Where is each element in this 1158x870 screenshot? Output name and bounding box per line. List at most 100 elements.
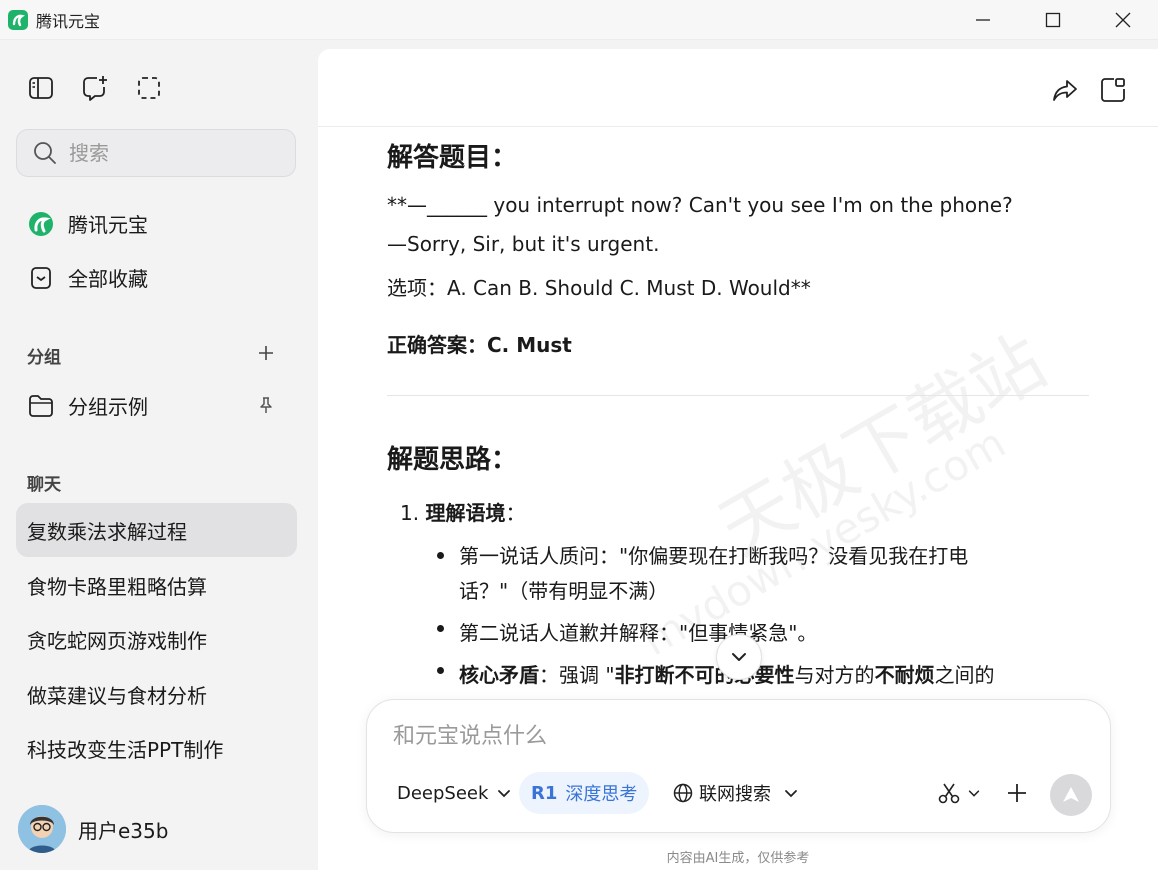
minimize-button[interactable]: [948, 0, 1018, 40]
chat-item-label: 贪吃蛇网页游戏制作: [27, 628, 207, 653]
screenshot-button[interactable]: [136, 75, 162, 101]
globe-icon: [673, 783, 693, 803]
toggle-sidebar-button[interactable]: [28, 75, 54, 101]
bullet-bold: 非打断不可的必要性: [614, 663, 795, 687]
bullet-text: 第二说话人道歉并解释："但事情紧急"。: [459, 621, 818, 645]
bookmark-icon: [28, 265, 54, 291]
bullet-dot: [437, 552, 444, 559]
watermark: 天极下载站: [705, 318, 1060, 572]
scroll-to-bottom-button[interactable]: [716, 634, 762, 680]
bullet-span: 与对方的: [794, 663, 875, 687]
nav-item-yuanbao[interactable]: 腾讯元宝: [28, 209, 148, 238]
question-line: —Sorry, Sir, but it's urgent.: [387, 232, 660, 256]
add-group-button[interactable]: [256, 343, 276, 363]
sidebar-toolbar: [28, 75, 162, 101]
bullet-text: 第一说话人质问："你偏要现在打断我吗？没看见我在打电: [459, 544, 969, 568]
chevron-down-icon: [732, 653, 746, 661]
question-options: 选项：A. Can B. Should C. Must D. Would**: [387, 276, 811, 300]
plus-icon: [259, 346, 273, 360]
chat-header: [318, 49, 1158, 127]
step-colon: ：: [505, 501, 526, 525]
bullet-dot: [437, 667, 444, 674]
section-divider: [387, 395, 1089, 396]
bullet-text: 话？"（带有明显不满）: [459, 579, 669, 603]
maximize-button[interactable]: [1018, 0, 1088, 40]
window-controls: [948, 0, 1158, 40]
deep-think-label: 深度思考: [565, 784, 638, 805]
web-search-selector[interactable]: 联网搜索: [661, 772, 811, 814]
nav-item-label: 全部收藏: [68, 267, 148, 291]
sidebar-search[interactable]: [16, 129, 296, 177]
chat-item-label: 科技改变生活PPT制作: [27, 737, 224, 762]
folder-icon: [28, 393, 54, 419]
nav-item-label: 腾讯元宝: [68, 213, 148, 237]
model-label: DeepSeek: [397, 782, 489, 804]
chat-item[interactable]: 科技改变生活PPT制作: [16, 721, 297, 775]
share-icon: [1053, 80, 1077, 101]
chat-item-label: 复数乘法求解过程: [27, 519, 187, 544]
question-line: **—______ you interrupt now? Can't you s…: [387, 193, 1013, 217]
model-selector[interactable]: DeepSeek: [385, 772, 524, 814]
new-chat-button[interactable]: [82, 75, 108, 101]
web-search-label: 联网搜索: [699, 784, 771, 805]
maximize-icon: [1045, 12, 1061, 28]
chat-item[interactable]: 复数乘法求解过程: [16, 503, 297, 557]
new-window-button[interactable]: [1098, 75, 1128, 105]
group-item-label: 分组示例: [68, 395, 148, 419]
step-item: 1. 理解语境：: [400, 497, 525, 526]
ai-disclaimer: 内容由AI生成，仅供参考: [666, 851, 810, 866]
send-arrow-icon: [1063, 787, 1079, 802]
sidebar: 腾讯元宝 全部收藏 分组 分组示例 聊天 复数乘法求解过程 食物卡路里粗略估算 …: [0, 41, 318, 870]
step-title: 理解语境: [425, 501, 506, 525]
bullet-bold: 核心矛盾: [459, 663, 539, 687]
nav-item-favorites[interactable]: 全部收藏: [28, 263, 148, 292]
chevron-down-icon: [968, 790, 980, 797]
chat-item[interactable]: 食物卡路里粗略估算: [16, 558, 297, 612]
search-icon: [34, 142, 56, 164]
step-number: 1.: [400, 501, 420, 525]
close-button[interactable]: [1088, 0, 1158, 40]
app-logo-icon: [8, 9, 28, 30]
pin-icon: [260, 397, 272, 413]
chats-section-label: 聊天: [27, 475, 61, 495]
user-name: 用户e35b: [78, 818, 169, 843]
yuanbao-logo-icon: [28, 211, 54, 237]
user-profile[interactable]: 用户e35b: [18, 805, 168, 853]
new-chat-icon: [83, 76, 107, 101]
send-button[interactable]: [1050, 774, 1092, 816]
chevron-down-icon: [498, 790, 511, 798]
r1-badge: R1: [531, 782, 558, 804]
avatar: [18, 805, 66, 853]
chat-item[interactable]: 做菜建议与食材分析: [16, 667, 297, 721]
composer: DeepSeek R1 深度思考 联网搜索: [366, 699, 1111, 833]
bullet-dot: [437, 625, 444, 632]
scissors-icon: [938, 783, 960, 804]
scissors-tool-button[interactable]: [931, 775, 987, 811]
correct-answer: 正确答案：C. Must: [387, 329, 572, 358]
dashed-frame-icon: [138, 77, 160, 99]
bullet-span: 之间的: [934, 663, 995, 687]
chat-panel: 天极下载站 mydown.yesky.com 解答题目： **—______ y…: [318, 49, 1158, 870]
share-button[interactable]: [1050, 75, 1080, 105]
search-input[interactable]: [69, 141, 269, 165]
deep-think-toggle[interactable]: R1 深度思考: [519, 772, 650, 814]
pin-group-button[interactable]: [256, 395, 276, 415]
chevron-down-icon: [785, 790, 797, 798]
chat-item-label: 做菜建议与食材分析: [27, 683, 207, 708]
bullet-bold: 不耐烦: [874, 663, 935, 687]
reasoning-heading: 解题思路：: [387, 445, 518, 475]
window-icon: [1101, 78, 1125, 102]
chat-item[interactable]: 贪吃蛇网页游戏制作: [16, 612, 297, 666]
bullet-span: ：强调 ": [539, 663, 615, 687]
answer-heading: 解答题目：: [387, 143, 518, 173]
minimize-icon: [976, 19, 990, 21]
group-item[interactable]: 分组示例: [28, 391, 148, 420]
message-input[interactable]: [393, 718, 1083, 752]
window-title: 腾讯元宝: [36, 11, 101, 31]
add-attachment-button[interactable]: [1003, 775, 1031, 811]
chat-item-label: 食物卡路里粗略估算: [27, 574, 207, 599]
plus-icon: [1008, 784, 1026, 802]
correct-answer-value: C. Must: [487, 333, 572, 357]
correct-answer-label: 正确答案：: [387, 333, 487, 357]
title-bar: 腾讯元宝: [0, 0, 1158, 40]
